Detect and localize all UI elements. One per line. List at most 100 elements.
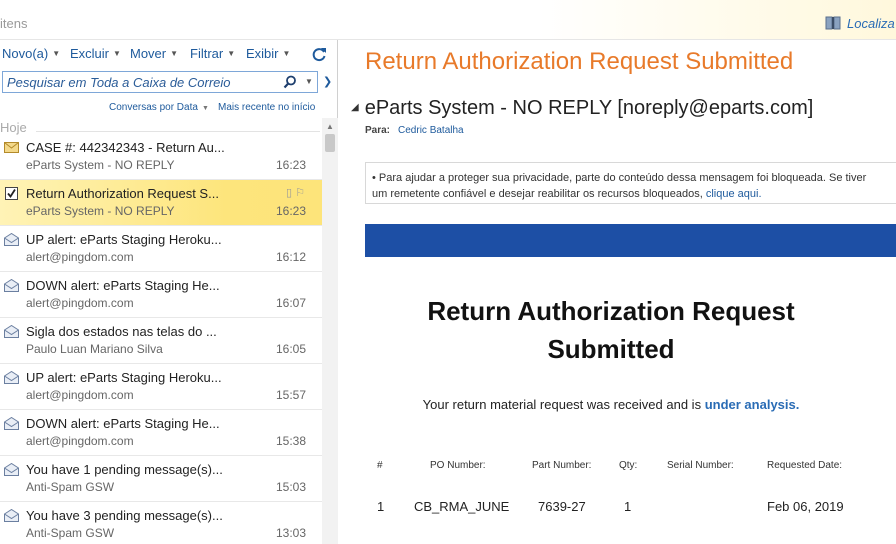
message-time: 16:23	[275, 204, 306, 218]
list-item[interactable]: DOWN alert: eParts Staging He... alert@pi…	[0, 272, 322, 318]
message-list-pane: Novo(a) ▼ Excluir ▼ Mover ▼ Filtrar ▼ Exibir…	[0, 40, 338, 544]
message-time: 13:03	[275, 526, 306, 540]
sort-order-label: Mais recente no início	[218, 102, 316, 113]
message-subject: DOWN alert: eParts Staging He...	[26, 416, 220, 431]
message-sender: alert@pingdom.com	[26, 388, 134, 402]
message-time: 15:38	[275, 434, 306, 448]
message-sender: Anti-Spam GSW	[26, 526, 115, 540]
message-time: 15:57	[275, 388, 306, 402]
message-subject: Return Authorization Request S...	[26, 186, 219, 201]
message-sender: eParts System - NO REPLY	[26, 204, 175, 218]
breadcrumb: itens	[0, 16, 28, 31]
chevron-down-icon: ▼	[227, 49, 236, 58]
message-time: 16:07	[275, 296, 306, 310]
message-subject: DOWN alert: eParts Staging He...	[26, 278, 220, 293]
checkbox-icon[interactable]	[4, 187, 19, 200]
open-envelope-icon	[4, 462, 19, 476]
filter-label: Filtrar	[190, 46, 224, 61]
message-sender: Anti-Spam GSW	[26, 480, 115, 494]
list-item[interactable]: Return Authorization Request S... eParts …	[0, 180, 322, 226]
open-envelope-icon	[4, 232, 19, 246]
col-header-qty: Qty:	[619, 460, 638, 471]
list-item[interactable]: You have 3 pending message(s)... Anti-Spa…	[0, 502, 322, 544]
delete-label: Excluir	[70, 46, 110, 61]
new-button[interactable]: Novo(a) ▼	[2, 46, 60, 61]
list-item[interactable]: Sigla dos estados nas telas do ... Paulo …	[0, 318, 322, 364]
status-highlight: under analysis.	[704, 397, 800, 412]
find-contact[interactable]: Localiza	[825, 16, 895, 31]
list-item[interactable]: DOWN alert: eParts Staging He... alert@pi…	[0, 410, 322, 456]
move-label: Mover	[130, 46, 167, 61]
col-header-number: #	[377, 460, 383, 471]
scrollbar-thumb[interactable]	[325, 134, 335, 152]
unblock-link[interactable]: clique aqui.	[706, 188, 762, 200]
col-header-date: Requested Date:	[767, 460, 843, 471]
search-box: ▼	[2, 71, 318, 93]
message-time: 16:05	[275, 342, 306, 356]
flag-icon[interactable]: ▯ ⚐	[286, 186, 305, 199]
email-message: Your return material request was receive…	[365, 397, 857, 412]
message-subject: UP alert: eParts Staging Heroku...	[26, 232, 222, 247]
message-sender: alert@pingdom.com	[26, 250, 134, 264]
list-item[interactable]: UP alert: eParts Staging Heroku... alert@…	[0, 226, 322, 272]
open-envelope-icon	[4, 508, 19, 522]
to-label: Para:	[365, 125, 391, 136]
chevron-down-icon: ▼	[170, 49, 179, 58]
search-scope-dropdown-icon[interactable]: ▼	[305, 77, 313, 86]
sender-name[interactable]: eParts System - NO REPLY [noreply@eparts…	[365, 97, 814, 119]
cell-part: 7639-27	[538, 499, 586, 514]
reading-pane: Return Authorization Request Submitted ◢…	[338, 40, 896, 544]
move-button[interactable]: Mover ▼	[130, 46, 178, 61]
message-subject: You have 3 pending message(s)...	[26, 508, 223, 523]
cell-number: 1	[377, 499, 385, 514]
message-time: 16:12	[275, 250, 306, 264]
message-sender: alert@pingdom.com	[26, 434, 134, 448]
message-list: CASE #: 442342343 - Return Au... eParts S…	[0, 134, 322, 544]
email-heading: Return Authorization Request Submitted	[365, 292, 857, 368]
group-divider	[36, 131, 320, 132]
list-scrollbar[interactable]: ▲	[322, 118, 338, 544]
list-item[interactable]: CASE #: 442342343 - Return Au... eParts S…	[0, 134, 322, 180]
new-label: Novo(a)	[2, 46, 49, 61]
info-line-1: • Para ajudar a proteger sua privacidade…	[372, 172, 867, 184]
top-bar: itens Localiza	[0, 0, 896, 40]
cell-qty: 1	[624, 499, 632, 514]
open-envelope-icon	[4, 278, 19, 292]
info-line-2: um remetente confiável e desejar reabili…	[372, 186, 896, 202]
recipient-line: Para: Cedric Batalha	[365, 125, 464, 136]
scroll-up-icon[interactable]: ▲	[326, 122, 334, 131]
message-sender: alert@pingdom.com	[26, 296, 134, 310]
collapse-header-icon[interactable]: ◢	[351, 102, 359, 113]
expand-search-icon[interactable]: ❯	[323, 75, 332, 88]
view-button[interactable]: Exibir ▼	[246, 46, 290, 61]
list-item[interactable]: UP alert: eParts Staging Heroku... alert@…	[0, 364, 322, 410]
search-icon[interactable]	[283, 75, 297, 89]
message-time: 15:03	[275, 480, 306, 494]
col-header-serial: Serial Number:	[667, 460, 734, 471]
delete-button[interactable]: Excluir ▼	[70, 46, 121, 61]
list-item[interactable]: You have 1 pending message(s)... Anti-Spa…	[0, 456, 322, 502]
sort-order-button[interactable]: Mais recente no início	[218, 102, 315, 113]
refresh-icon[interactable]	[311, 46, 327, 62]
search-input[interactable]	[7, 74, 277, 90]
filter-button[interactable]: Filtrar ▼	[190, 46, 235, 61]
open-envelope-icon	[4, 416, 19, 430]
arrange-by-button[interactable]: Conversas por Data ▼	[109, 102, 209, 113]
envelope-icon	[4, 141, 19, 154]
view-label: Exibir	[246, 46, 279, 61]
recipient-name[interactable]: Cedric Batalha	[398, 125, 464, 136]
find-label: Localiza	[847, 16, 895, 31]
chevron-down-icon: ▼	[52, 49, 61, 58]
email-header-banner	[365, 224, 896, 257]
open-envelope-icon	[4, 370, 19, 384]
message-title: Return Authorization Request Submitted	[365, 48, 794, 75]
chevron-down-icon: ▼	[282, 49, 291, 58]
message-subject: Sigla dos estados nas telas do ...	[26, 324, 217, 339]
cell-date: Feb 06, 2019	[767, 499, 844, 514]
email-message-text: Your return material request was receive…	[422, 397, 702, 412]
chevron-down-icon: ▼	[201, 105, 209, 112]
cell-po: CB_RMA_JUNE	[414, 499, 510, 514]
message-sender: eParts System - NO REPLY	[26, 158, 175, 172]
arrange-label: Conversas por Data	[109, 102, 198, 113]
email-heading-line-2: Submitted	[547, 334, 675, 364]
